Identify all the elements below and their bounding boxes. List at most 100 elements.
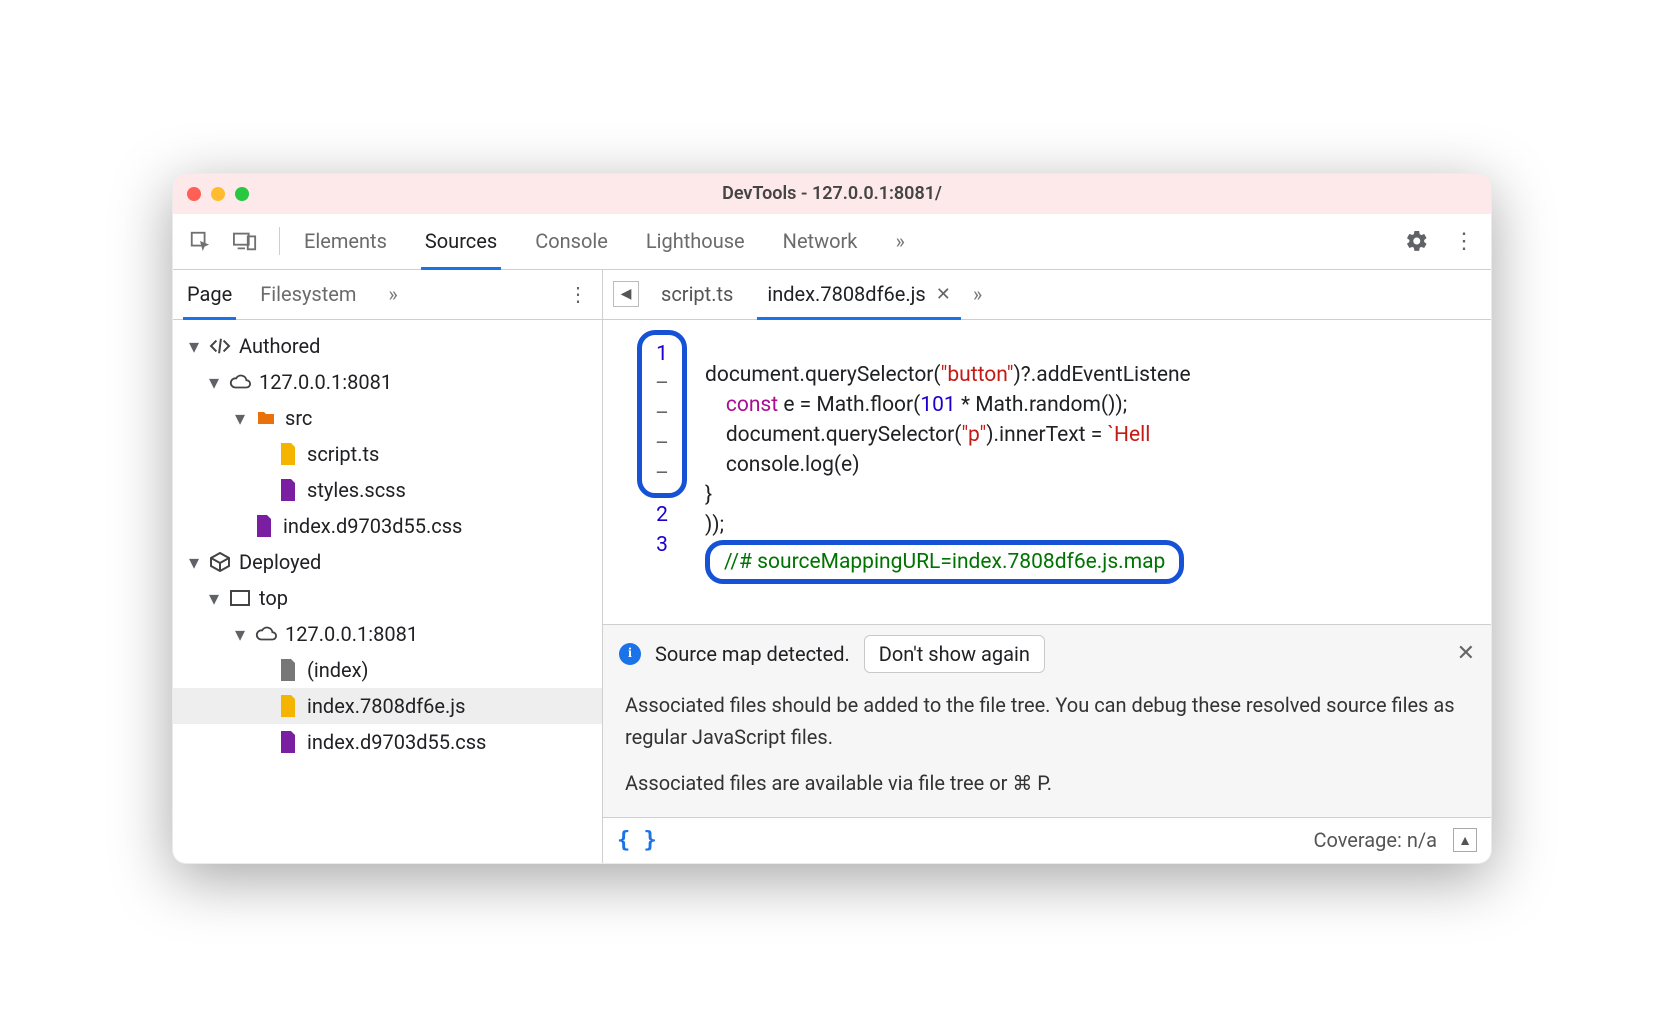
line-number: – (652, 369, 672, 399)
line-number: – (652, 399, 672, 429)
disclosure-icon[interactable] (207, 370, 221, 394)
editor-tab-script[interactable]: script.ts (649, 270, 745, 319)
window-title: DevTools - 127.0.0.1:8081/ (173, 183, 1491, 204)
code-content: document.querySelector("button")?.addEve… (695, 320, 1191, 624)
editor-tabs-overflow[interactable]: » (973, 282, 982, 306)
panel-tabs: Elements Sources Console Lighthouse Netw… (302, 214, 907, 269)
zoom-window-button[interactable] (235, 187, 249, 201)
tree-file[interactable]: script.ts (173, 436, 602, 472)
tree-label: Authored (239, 334, 320, 358)
tree-label: index.d9703d55.css (307, 730, 486, 754)
css-file-icon (253, 515, 275, 537)
titlebar: DevTools - 127.0.0.1:8081/ (173, 174, 1491, 214)
line-number: 1 (652, 339, 672, 369)
navtab-page[interactable]: Page (187, 270, 232, 319)
code-editor[interactable]: 1 – – – – 2 3 document.querySelector("bu… (603, 320, 1491, 624)
infobar-text: Associated files should be added to the … (625, 689, 1469, 753)
editor-tabs: ◀ script.ts index.7808df6e.js ✕ » (603, 270, 1491, 320)
tree-label: script.ts (307, 442, 379, 466)
line-number: 3 (652, 530, 672, 560)
nav-back-icon[interactable]: ◀ (613, 281, 639, 307)
folder-icon (255, 407, 277, 429)
dont-show-again-button[interactable]: Don't show again (864, 635, 1045, 673)
disclosure-icon[interactable] (207, 586, 221, 610)
editor-statusbar: { } Coverage: n/a ▲ (603, 817, 1491, 863)
tree-label: 127.0.0.1:8081 (285, 622, 418, 646)
code-text: } (705, 483, 712, 507)
tree-label: top (259, 586, 288, 610)
code-keyword: const (726, 393, 778, 417)
disclosure-icon[interactable] (187, 334, 201, 358)
navtabs-overflow[interactable]: » (388, 282, 397, 306)
devtools-window: DevTools - 127.0.0.1:8081/ Elements Sour… (172, 173, 1492, 864)
editor-pane: ◀ script.ts index.7808df6e.js ✕ » 1 – (603, 270, 1491, 863)
cloud-icon (255, 623, 277, 645)
code-text: e = Math.floor( (778, 393, 920, 417)
frame-icon (229, 587, 251, 609)
line-number: – (652, 459, 672, 489)
sources-panel: Page Filesystem » ⋮ Authored 127.0.0.1:8… (173, 270, 1491, 863)
css-file-icon (277, 479, 299, 501)
tree-file[interactable]: index.d9703d55.css (173, 724, 602, 760)
tree-file-selected[interactable]: index.7808df6e.js (173, 688, 602, 724)
traffic-lights (187, 187, 249, 201)
js-file-icon (277, 443, 299, 465)
line-number: – (652, 429, 672, 459)
tree-top[interactable]: top (173, 580, 602, 616)
tab-sources[interactable]: Sources (423, 214, 499, 269)
page-file-icon (277, 659, 299, 681)
tabs-overflow[interactable]: » (893, 214, 906, 269)
tree-host-authored[interactable]: 127.0.0.1:8081 (173, 364, 602, 400)
tree-folder-src[interactable]: src (173, 400, 602, 436)
editor-tab-index[interactable]: index.7808df6e.js ✕ (755, 270, 963, 319)
show-sidebar-icon[interactable]: ▲ (1453, 828, 1477, 852)
code-text: console.log(e) (705, 453, 860, 477)
settings-icon[interactable] (1405, 229, 1429, 253)
minimize-window-button[interactable] (211, 187, 225, 201)
code-text (705, 393, 726, 417)
close-tab-icon[interactable]: ✕ (936, 284, 951, 305)
code-string: "p" (961, 423, 986, 447)
navigator-tabs: Page Filesystem » ⋮ (173, 270, 602, 320)
disclosure-icon[interactable] (233, 622, 247, 646)
disclosure-icon[interactable] (233, 406, 247, 430)
cloud-icon (229, 371, 251, 393)
code-text: * Math.random()); (956, 393, 1127, 417)
code-text: )); (705, 513, 724, 537)
infobar-title: Source map detected. (655, 642, 850, 666)
editor-tab-label: index.7808df6e.js (767, 282, 925, 306)
code-icon (209, 335, 231, 357)
sourcemap-infobar: i Source map detected. Don't show again … (603, 624, 1491, 817)
inspect-element-icon[interactable] (189, 230, 211, 252)
tab-console[interactable]: Console (533, 214, 610, 269)
pretty-print-icon[interactable]: { } (617, 828, 657, 853)
tree-deployed[interactable]: Deployed (173, 544, 602, 580)
infobar-body: Associated files should be added to the … (603, 683, 1491, 817)
device-toggle-icon[interactable] (233, 230, 257, 252)
close-infobar-icon[interactable]: ✕ (1457, 641, 1475, 666)
tab-network[interactable]: Network (781, 214, 860, 269)
tree-label: (index) (307, 658, 369, 682)
tree-label: index.d9703d55.css (283, 514, 462, 538)
tree-file[interactable]: index.d9703d55.css (173, 508, 602, 544)
info-icon: i (619, 643, 641, 665)
cube-icon (209, 551, 231, 573)
tree-host-deployed[interactable]: 127.0.0.1:8081 (173, 616, 602, 652)
kebab-menu-icon[interactable]: ⋮ (1453, 229, 1475, 254)
close-window-button[interactable] (187, 187, 201, 201)
tree-authored[interactable]: Authored (173, 328, 602, 364)
tab-elements[interactable]: Elements (302, 214, 389, 269)
navtab-filesystem[interactable]: Filesystem (260, 270, 356, 319)
code-text: ).innerText = (986, 423, 1107, 447)
disclosure-icon[interactable] (187, 550, 201, 574)
tab-lighthouse[interactable]: Lighthouse (644, 214, 747, 269)
navigator-menu-icon[interactable]: ⋮ (568, 282, 588, 306)
file-tree: Authored 127.0.0.1:8081 src script.ts (173, 320, 602, 770)
gutter: 1 – – – – 2 3 (603, 320, 695, 624)
tree-file[interactable]: (index) (173, 652, 602, 688)
tree-label: index.7808df6e.js (307, 694, 465, 718)
js-file-icon (277, 695, 299, 717)
code-text: document.querySelector( (705, 363, 941, 387)
code-number: 101 (920, 393, 955, 417)
tree-file[interactable]: styles.scss (173, 472, 602, 508)
